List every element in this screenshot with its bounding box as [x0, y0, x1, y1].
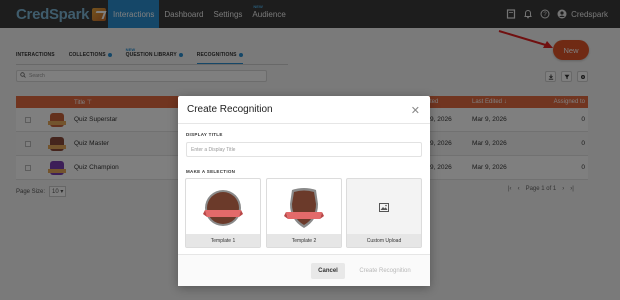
template-1-label: Template 1 [186, 234, 260, 247]
display-title-placeholder: Enter a Display Title [191, 146, 236, 153]
modal-header: Create Recognition [178, 96, 430, 124]
make-selection-label: MAKE A SELECTION [186, 169, 236, 174]
create-recognition-button[interactable]: Create Recognition [350, 263, 420, 279]
custom-upload-art [347, 179, 421, 236]
custom-upload-label: Custom Upload [347, 234, 421, 247]
modal-title: Create Recognition [187, 104, 273, 115]
display-title-label: DISPLAY TITLE [186, 132, 223, 137]
template-2-label: Template 2 [267, 234, 341, 247]
custom-upload-card[interactable]: Custom Upload [346, 178, 422, 248]
template-card-1[interactable]: Template 1 [185, 178, 261, 248]
template-2-art [267, 179, 341, 236]
template-1-art [186, 179, 260, 236]
close-icon[interactable]: ✕ [411, 104, 420, 117]
template-card-2[interactable]: Template 2 [266, 178, 342, 248]
cancel-button[interactable]: Cancel [311, 263, 345, 279]
display-title-input[interactable]: Enter a Display Title [186, 142, 422, 157]
template-2-badge-icon [284, 187, 324, 228]
image-icon [379, 203, 389, 212]
template-1-badge-icon [203, 189, 243, 226]
